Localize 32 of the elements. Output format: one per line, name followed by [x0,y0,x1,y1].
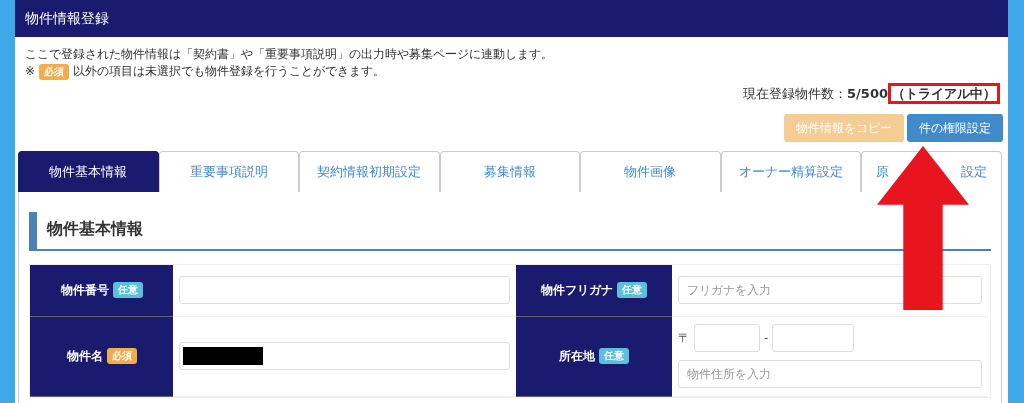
tab-label: 原 [876,162,889,181]
field-label: 所在地 [559,348,595,365]
tab[interactable]: 重要事項説明 [158,150,299,192]
permission-button[interactable]: 件の権限設定 [907,113,1003,142]
field-label: 物件名 [66,348,103,365]
address-field[interactable]: 物件住所を入力 [678,360,982,388]
optional-badge: 任意 [112,282,143,298]
postal-code-field[interactable] [694,324,760,352]
tab[interactable]: 募集情報 [439,150,580,192]
page-title: 物件情報登録 [25,10,109,26]
count-label: 現在登録物件数： [743,86,848,101]
count-value: 5/500 [847,86,888,101]
field-label: 物件フリガナ [541,282,613,299]
postal-separator: - [764,330,769,347]
field-label: 物件番号 [60,282,109,299]
postal-code-field[interactable] [772,324,855,352]
tab[interactable]: 物件基本情報 [18,150,159,192]
required-badge: 必須 [106,348,137,364]
trial-status: （トライアル中） [888,83,1000,104]
required-badge: 必須 [39,63,70,80]
optional-badge: 任意 [599,348,629,364]
note-text: 以外の項目は未選択でも物件登録を行うことができます。 [73,63,386,80]
optional-badge: 任意 [617,282,647,298]
note-mark: ※ [25,63,36,80]
postal-mark: 〒 [678,330,690,347]
tab[interactable]: 物件画像 [580,150,721,192]
tab-label: 設定 [960,162,987,181]
tab[interactable]: オーナー精算設定 [720,150,861,192]
input-field[interactable] [179,342,510,370]
input-field[interactable] [179,276,510,304]
intro-text: ここで登録された物件情報は「契約書」や「重要事項説明」の出力時や募集ページに連動します。 [25,46,554,63]
tab[interactable]: 契約情報初期設定 [299,150,440,192]
